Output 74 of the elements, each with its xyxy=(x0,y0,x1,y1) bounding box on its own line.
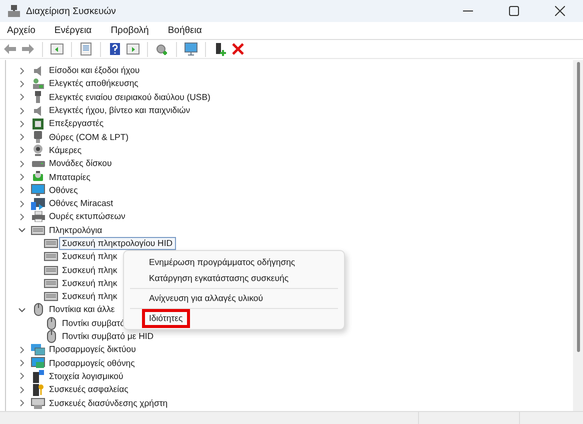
storage-icon xyxy=(32,78,44,90)
speaker-icon xyxy=(32,64,44,77)
chip-icon xyxy=(32,118,44,130)
tree-item[interactable]: Πληκτρολόγια xyxy=(46,224,106,237)
tree-item[interactable]: Συσκευή πληκτρολογίου HID xyxy=(59,237,176,250)
close-icon[interactable] xyxy=(555,6,565,16)
menu-item[interactable]: Ιδιότητες xyxy=(142,308,190,328)
scrollbar[interactable] xyxy=(573,60,583,411)
tree-item[interactable]: Οθόνες xyxy=(46,184,81,197)
tree-item[interactable]: Είσοδοι και έξοδοι ήχου xyxy=(46,64,143,78)
tree-item[interactable]: Ουρές εκτυπώσεων xyxy=(46,210,128,224)
tree-item[interactable]: Προσαρμογείς οθόνης xyxy=(46,356,138,370)
window-title: Διαχείριση Συσκευών xyxy=(26,6,116,16)
remove-icon[interactable] xyxy=(231,42,245,56)
menu-item[interactable]: Βοήθεια xyxy=(168,25,202,36)
tree-item[interactable]: Επεξεργαστές xyxy=(46,117,107,130)
printer-icon xyxy=(32,211,44,222)
back-icon[interactable] xyxy=(3,42,17,56)
window-icon[interactable] xyxy=(50,42,64,56)
tree-item[interactable]: Ελεγκτές αποθήκευσης xyxy=(46,77,142,90)
monitor-icon[interactable] xyxy=(184,42,198,56)
drive-icon xyxy=(32,160,44,168)
tree-item[interactable]: Στοιχεία λογισμικού xyxy=(46,370,126,383)
display-adapter-icon xyxy=(31,357,45,370)
menu-item[interactable]: Ανίχνευση για αλλαγές υλικού xyxy=(142,288,270,308)
tree-item[interactable]: Οθόνες Miracast xyxy=(46,197,116,210)
usb-plug-icon xyxy=(34,91,42,104)
tree-item[interactable]: Κάμερες xyxy=(46,144,85,157)
app-icon xyxy=(8,5,20,17)
tree-item[interactable]: Μονάδες δίσκου xyxy=(46,157,115,170)
tree-item[interactable]: Ελεγκτές ήχου, βίντεο και παιχνιδιών xyxy=(46,104,194,118)
tree-item[interactable]: Συσκευές ασφαλείας xyxy=(46,383,132,396)
maximize-icon[interactable] xyxy=(509,6,519,16)
tree-item[interactable]: Προσαρμογείς δικτύου xyxy=(46,343,139,356)
network-icon xyxy=(31,344,45,356)
tree-item[interactable]: Μπαταρίες xyxy=(46,170,94,184)
keyboard-icon xyxy=(44,252,58,262)
keyboard-icon xyxy=(44,278,58,288)
keyboard-icon xyxy=(31,226,45,235)
menu-item[interactable]: Αρχείο xyxy=(7,25,36,36)
monitor-icon xyxy=(31,184,45,196)
tree-item[interactable]: Ελεγκτές ενιαίου σειριακού διαύλου (USB) xyxy=(46,90,214,104)
keyboard-icon xyxy=(44,292,58,302)
keyboard-icon xyxy=(44,266,58,275)
battery-icon xyxy=(32,171,44,184)
webcam-icon xyxy=(32,144,44,156)
tree-item[interactable]: Θύρες (COM & LPT) xyxy=(46,130,132,144)
speaker-icon xyxy=(32,104,44,117)
monitor-icon xyxy=(31,198,45,210)
menu-item[interactable]: Προβολή xyxy=(110,25,149,36)
mouse-icon xyxy=(34,303,42,316)
minimize-icon[interactable] xyxy=(463,10,473,12)
add-device-icon[interactable] xyxy=(213,42,227,56)
tree-item[interactable]: Ποντίκια και άλλε xyxy=(46,303,118,316)
help-icon[interactable] xyxy=(108,42,122,56)
mouse-icon xyxy=(46,330,56,344)
forward-icon[interactable] xyxy=(21,42,35,56)
chevron-icon[interactable] xyxy=(18,306,26,314)
tree-item[interactable]: Συσκευή πληκ xyxy=(59,290,120,304)
tree-item[interactable]: Συσκευή πληκ xyxy=(59,264,120,277)
menu-item[interactable]: Ενέργεια xyxy=(54,25,92,36)
window-icon[interactable] xyxy=(126,42,140,56)
tree-item[interactable]: Συσκευή πληκ xyxy=(59,250,120,264)
tree-item[interactable]: Συσκευή πληκ xyxy=(59,276,120,290)
keyboard-icon xyxy=(44,239,58,248)
mouse-icon xyxy=(46,316,56,330)
tree-item[interactable]: Συσκευές διασύνδεσης χρήστη xyxy=(46,396,171,410)
menu-item[interactable]: Κατάργηση εγκατάστασης συσκευής xyxy=(142,268,296,288)
port-icon xyxy=(33,131,43,144)
security-key-icon xyxy=(32,383,44,396)
properties-icon[interactable] xyxy=(79,42,93,56)
software-icon xyxy=(32,370,44,383)
tree-item[interactable]: Ποντίκι συμβατό με HID xyxy=(59,330,157,344)
menu-item[interactable]: Ενημέρωση προγράμματος οδήγησης xyxy=(142,252,302,272)
